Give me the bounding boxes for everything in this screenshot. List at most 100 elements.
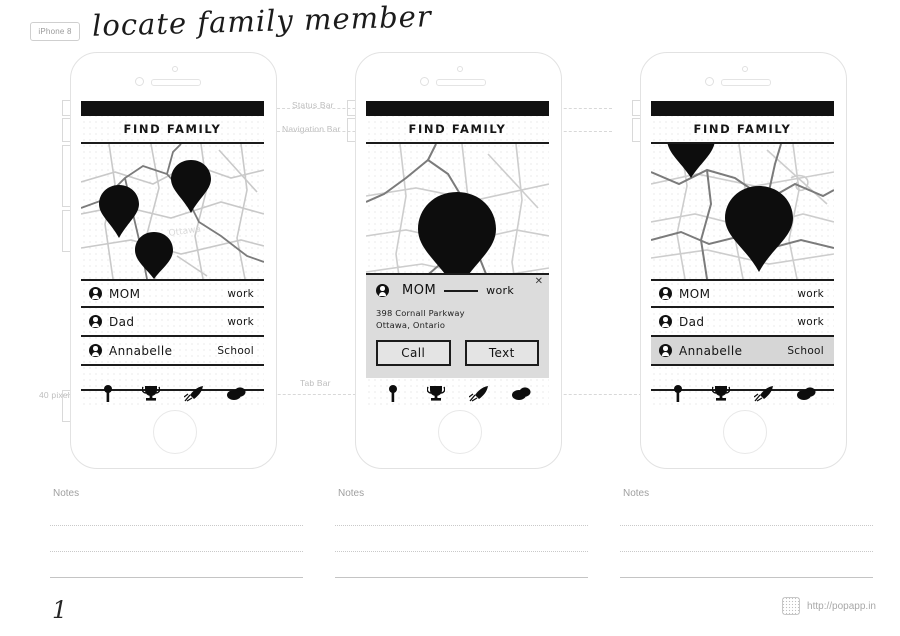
- map-view-3[interactable]: [651, 144, 834, 281]
- earpiece-speaker-icon: [151, 79, 201, 86]
- brand-url[interactable]: http://popapp.in: [807, 601, 876, 612]
- tab-location-pin-icon[interactable]: [97, 384, 119, 404]
- screen-2: FIND FAMILY ✕ MOM work 398 Cornall Parkw…: [366, 101, 549, 409]
- list-item-selected[interactable]: Annabelle School: [651, 337, 834, 366]
- detail-card-place: work: [486, 284, 514, 297]
- tab-trophy-icon[interactable]: [710, 384, 732, 404]
- home-button[interactable]: [152, 410, 197, 454]
- nav-title-3: FIND FAMILY: [693, 122, 792, 136]
- brand-footer: http://popapp.in: [782, 597, 876, 615]
- map-pin-selected: [725, 186, 793, 272]
- home-button[interactable]: [437, 410, 482, 454]
- list-item[interactable]: MOM work: [81, 279, 264, 308]
- avatar: [659, 344, 672, 357]
- avatar: [659, 287, 672, 300]
- avatar: [89, 315, 102, 328]
- front-camera-icon: [135, 77, 144, 86]
- tab-location-pin-icon[interactable]: [667, 384, 689, 404]
- status-bar-1: [81, 101, 264, 116]
- family-list-1: MOM work Dad work Annabelle School: [81, 279, 264, 391]
- bracket-list-left: [62, 210, 70, 252]
- notes-label-2: Notes: [338, 488, 365, 499]
- list-item-name: Dad: [109, 314, 135, 329]
- screen-3: FIND FAMILY MOM work Dad work Annabelle …: [651, 101, 834, 409]
- nav-title-2: FIND FAMILY: [408, 122, 507, 136]
- tab-trophy-icon[interactable]: [425, 384, 447, 404]
- tab-rocket-icon[interactable]: [468, 384, 490, 404]
- front-camera-icon: [705, 77, 714, 86]
- list-item-place: work: [227, 315, 254, 328]
- map-roads-1: Ottawa: [81, 144, 264, 279]
- notes-line: [335, 525, 588, 526]
- tab-people-icon[interactable]: [511, 384, 533, 404]
- text-button[interactable]: Text: [464, 340, 539, 367]
- detail-card-address: 398 Cornall Parkway Ottawa, Ontario: [376, 307, 539, 331]
- family-list-3: MOM work Dad work Annabelle School: [651, 279, 834, 391]
- notes-label-1: Notes: [53, 488, 80, 499]
- proximity-sensor-icon: [456, 66, 463, 72]
- avatar: [89, 287, 102, 300]
- svg-text:Ottawa: Ottawa: [168, 225, 202, 239]
- navigation-bar-2: FIND FAMILY: [366, 116, 549, 144]
- list-item[interactable]: Annabelle School: [81, 337, 264, 366]
- detail-card-divider: [444, 289, 479, 292]
- page-title: locate family member: [91, 0, 433, 43]
- notes-label-3: Notes: [623, 488, 650, 499]
- status-bar-3: [651, 101, 834, 116]
- proximity-sensor-icon: [171, 66, 178, 72]
- list-item-place: work: [227, 287, 254, 300]
- tab-location-pin-icon[interactable]: [382, 384, 404, 404]
- list-item-place: School: [787, 344, 824, 357]
- status-bar-2: [366, 101, 549, 116]
- list-item-name: MOM: [679, 286, 711, 301]
- map-pin: [135, 232, 173, 279]
- phone-frame-1: FIND FAMILY Ottawa MOM work Dad work Ann…: [70, 52, 277, 469]
- tab-rocket-icon[interactable]: [753, 384, 775, 404]
- navigation-bar-3: FIND FAMILY: [651, 116, 834, 144]
- bracket-tab-left: [62, 390, 70, 422]
- home-button[interactable]: [722, 410, 767, 454]
- detail-card: ✕ MOM work 398 Cornall Parkway Ottawa, O…: [366, 273, 549, 378]
- tab-people-icon[interactable]: [796, 384, 818, 404]
- list-item-place: work: [797, 315, 824, 328]
- list-item-place: School: [217, 344, 254, 357]
- map-pin: [171, 160, 211, 213]
- map-view-1[interactable]: Ottawa: [81, 144, 264, 281]
- phone-frame-2: FIND FAMILY ✕ MOM work 398 Cornall Parkw…: [355, 52, 562, 469]
- device-badge: iPhone 8: [30, 22, 80, 41]
- call-button[interactable]: Call: [376, 340, 451, 367]
- nav-title-1: FIND FAMILY: [123, 122, 222, 136]
- notes-line: [620, 525, 873, 526]
- popapp-logo-icon: [782, 597, 801, 615]
- tab-rocket-icon[interactable]: [183, 384, 205, 404]
- close-icon[interactable]: ✕: [535, 277, 543, 287]
- tab-trophy-icon[interactable]: [140, 384, 162, 404]
- bracket-nav-left-3: [632, 118, 640, 142]
- annotation-tab-bar: Tab Bar: [300, 378, 331, 388]
- address-line-2: Ottawa, Ontario: [376, 320, 446, 331]
- bracket-status-left-3: [632, 100, 640, 116]
- phone-frame-3: FIND FAMILY MOM work Dad work Annabelle …: [640, 52, 847, 469]
- front-camera-icon: [420, 77, 429, 86]
- bracket-status-left-2: [347, 100, 355, 116]
- list-item-name: Annabelle: [679, 343, 743, 358]
- notes-line: [50, 551, 303, 552]
- notes-line: [620, 551, 873, 552]
- map-roads-3: [651, 144, 834, 279]
- tab-bar-1: [81, 378, 264, 409]
- tab-people-icon[interactable]: [226, 384, 248, 404]
- bracket-nav-left: [62, 118, 70, 142]
- tab-bar-2: [366, 378, 549, 409]
- detail-card-name: MOM: [402, 283, 437, 298]
- list-item[interactable]: Dad work: [81, 308, 264, 337]
- notes-line-solid: [620, 577, 873, 578]
- screen-1: FIND FAMILY Ottawa MOM work Dad work Ann…: [81, 101, 264, 409]
- list-item[interactable]: MOM work: [651, 279, 834, 308]
- list-item-name: Dad: [679, 314, 705, 329]
- map-pin: [99, 185, 139, 238]
- bracket-map-left: [62, 145, 70, 207]
- bracket-nav-left-2: [347, 118, 355, 142]
- list-item[interactable]: Dad work: [651, 308, 834, 337]
- list-item-name: MOM: [109, 286, 141, 301]
- bracket-status-left: [62, 100, 70, 116]
